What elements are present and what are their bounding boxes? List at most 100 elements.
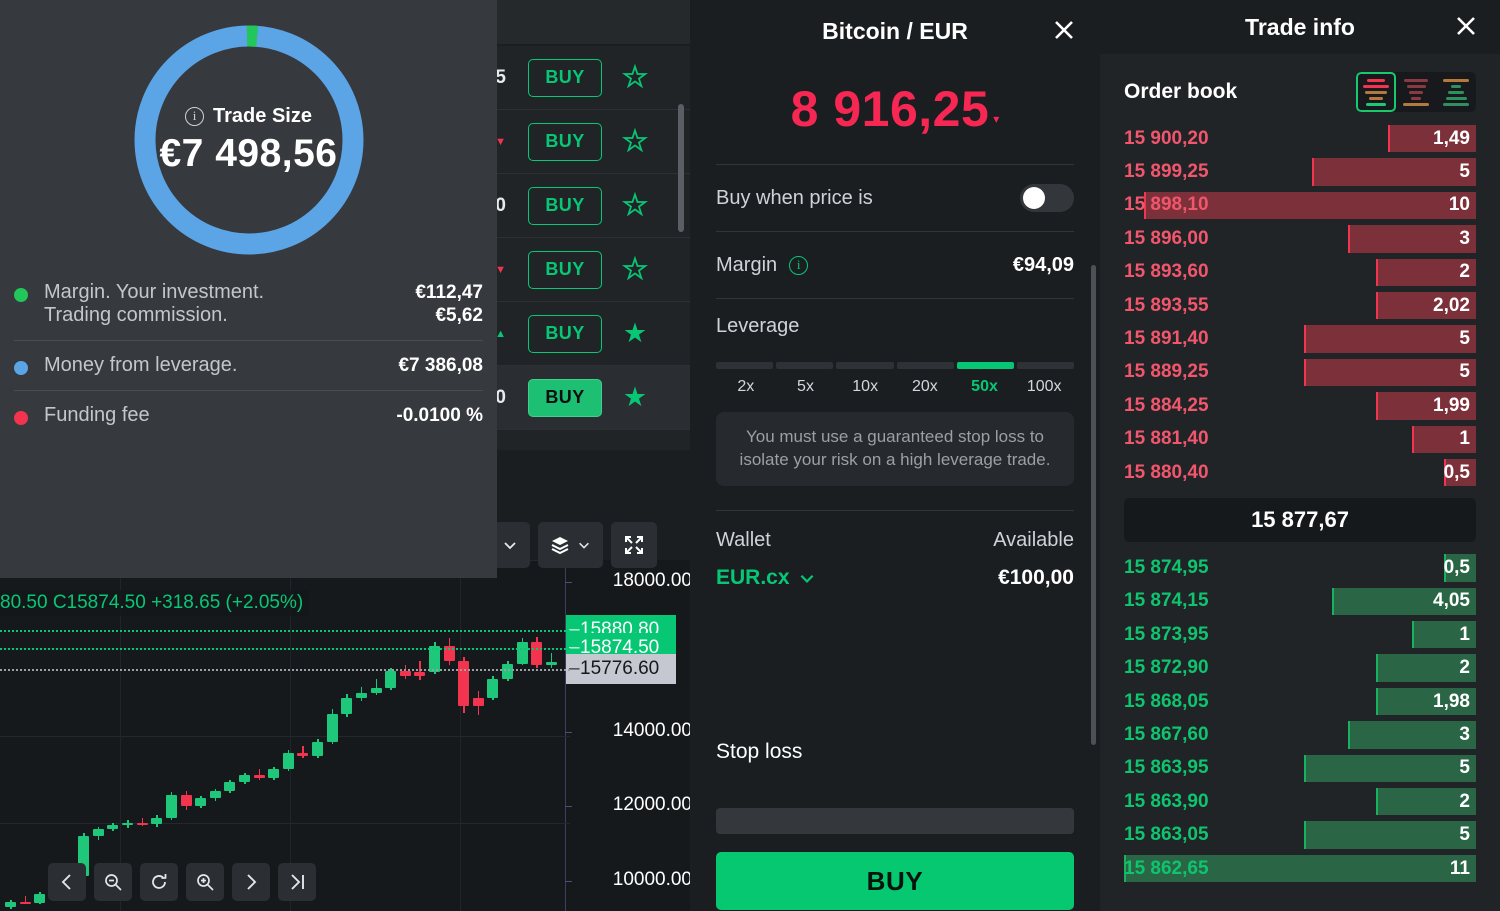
watchlist-buy-button[interactable]: BUY bbox=[528, 59, 602, 97]
order-book-row[interactable]: 15 900,201,49 bbox=[1100, 122, 1500, 155]
info-icon[interactable]: i bbox=[185, 107, 204, 126]
order-book-view-bids[interactable] bbox=[1436, 72, 1476, 112]
leverage-segment[interactable] bbox=[836, 362, 893, 369]
price-level-line bbox=[0, 630, 570, 632]
order-book-row[interactable]: 15 872,902 bbox=[1100, 651, 1500, 684]
order-book-row[interactable]: 15 881,401 bbox=[1100, 423, 1500, 456]
candle-body bbox=[487, 679, 498, 698]
leverage-tick-2x[interactable]: 2x bbox=[716, 378, 776, 396]
order-amount: 2,02 bbox=[1433, 295, 1470, 317]
order-book-row[interactable]: 15 880,400,5 bbox=[1100, 456, 1500, 489]
margin-info-icon[interactable]: i bbox=[789, 256, 808, 275]
order-price: 15 874,95 bbox=[1100, 557, 1209, 579]
candle-body bbox=[195, 798, 206, 807]
order-book-view-asks[interactable] bbox=[1396, 72, 1436, 112]
order-book-row[interactable]: 15 863,902 bbox=[1100, 785, 1500, 818]
y-axis-label: 12000.00 bbox=[613, 794, 692, 816]
order-depth-bar bbox=[1304, 359, 1476, 386]
order-book-row[interactable]: 15 899,255 bbox=[1100, 155, 1500, 188]
leverage-tick-10x[interactable]: 10x bbox=[835, 378, 895, 396]
order-book-row[interactable]: 15 896,003 bbox=[1100, 222, 1500, 255]
favorite-star-icon[interactable]: ★ bbox=[620, 256, 650, 283]
price-tag: 15776.60 bbox=[566, 654, 676, 684]
order-book-row[interactable]: 15 868,051,98 bbox=[1100, 685, 1500, 718]
fullscreen-button[interactable] bbox=[611, 522, 657, 568]
candle-body bbox=[254, 775, 265, 778]
order-book-row[interactable]: 15 863,955 bbox=[1100, 752, 1500, 785]
order-book-row[interactable]: 15 889,255 bbox=[1100, 356, 1500, 389]
legend-row: Margin. Your investment.€112,47Trading c… bbox=[14, 268, 483, 340]
reset-chart-button[interactable] bbox=[140, 863, 178, 901]
leverage-segment[interactable] bbox=[716, 362, 773, 369]
leverage-slider[interactable] bbox=[716, 362, 1074, 369]
legend-color-dot bbox=[14, 411, 28, 425]
order-amount: 2 bbox=[1459, 791, 1470, 813]
available-label: Available bbox=[993, 529, 1074, 552]
wallet-currency-dropdown[interactable]: EUR.cx bbox=[716, 566, 816, 590]
buy-when-price-toggle[interactable] bbox=[1020, 184, 1074, 212]
favorite-star-icon[interactable]: ★ bbox=[620, 64, 650, 91]
zoom-out-button[interactable] bbox=[94, 863, 132, 901]
scroll-back-button[interactable] bbox=[48, 863, 86, 901]
watchlist-buy-button[interactable]: BUY bbox=[528, 123, 602, 161]
favorite-star-icon[interactable]: ★ bbox=[620, 128, 650, 155]
order-book-row[interactable]: 15 874,154,05 bbox=[1100, 585, 1500, 618]
close-icon[interactable] bbox=[1050, 16, 1078, 44]
leverage-tick-20x[interactable]: 20x bbox=[895, 378, 955, 396]
go-to-realtime-button[interactable] bbox=[278, 863, 316, 901]
order-depth-bar bbox=[1304, 325, 1476, 352]
leverage-tick-50x[interactable]: 50x bbox=[955, 378, 1015, 396]
leverage-tick-100x[interactable]: 100x bbox=[1014, 378, 1074, 396]
order-book-row[interactable]: 15 874,950,5 bbox=[1100, 551, 1500, 584]
close-icon[interactable] bbox=[1452, 12, 1480, 40]
leverage-segment[interactable] bbox=[957, 362, 1014, 369]
candle-body bbox=[93, 829, 104, 836]
buy-button[interactable]: BUY bbox=[716, 852, 1074, 910]
order-book-row[interactable]: 15 863,055 bbox=[1100, 818, 1500, 851]
order-book-row[interactable]: 15 891,405 bbox=[1100, 322, 1500, 355]
scroll-forward-button[interactable] bbox=[232, 863, 270, 901]
favorite-star-icon[interactable]: ★ bbox=[620, 192, 650, 219]
y-axis-tick bbox=[565, 806, 572, 807]
toggle-bar-line bbox=[1409, 91, 1423, 94]
watchlist-buy-button[interactable]: BUY bbox=[528, 315, 602, 353]
order-book-row[interactable]: 15 893,602 bbox=[1100, 256, 1500, 289]
order-book-row[interactable]: 15 867,603 bbox=[1100, 718, 1500, 751]
order-book-row[interactable]: 15 862,6511 bbox=[1100, 852, 1500, 885]
candle-body bbox=[107, 825, 118, 829]
leverage-tick-5x[interactable]: 5x bbox=[776, 378, 836, 396]
buy-panel-scrollbar[interactable] bbox=[1091, 265, 1096, 745]
buy-when-price-row: Buy when price is bbox=[716, 165, 1074, 231]
zoom-in-button[interactable] bbox=[186, 863, 224, 901]
layers-dropdown[interactable] bbox=[538, 522, 603, 568]
watchlist-buy-button[interactable]: BUY bbox=[528, 251, 602, 289]
stop-loss-slider[interactable] bbox=[716, 808, 1074, 834]
leverage-segment[interactable] bbox=[1017, 362, 1074, 369]
price-chart[interactable]: 18000.0014000.0012000.0010000.0018000.00… bbox=[0, 560, 700, 911]
order-book-row[interactable]: 15 898,1010 bbox=[1100, 189, 1500, 222]
leverage-segment[interactable] bbox=[776, 362, 833, 369]
order-book-header: Order book bbox=[1100, 54, 1500, 122]
candle-body bbox=[473, 698, 484, 705]
toggle-bar-line bbox=[1366, 103, 1386, 106]
watchlist-buy-button[interactable]: BUY bbox=[528, 187, 602, 225]
order-book-row[interactable]: 15 873,951 bbox=[1100, 618, 1500, 651]
leverage-segment[interactable] bbox=[897, 362, 954, 369]
watchlist-buy-button[interactable]: BUY bbox=[528, 379, 602, 417]
favorite-star-icon[interactable]: ★ bbox=[620, 384, 650, 411]
legend-value: €7 386,08 bbox=[398, 355, 483, 377]
order-amount: 11 bbox=[1450, 858, 1470, 880]
order-book-row[interactable]: 15 893,552,02 bbox=[1100, 289, 1500, 322]
order-book-view-both[interactable] bbox=[1356, 72, 1396, 112]
legend-name: Margin. Your investment. bbox=[44, 281, 264, 304]
watchlist-scrollbar[interactable] bbox=[678, 104, 684, 232]
order-amount: 1 bbox=[1459, 428, 1470, 450]
toggle-bar-line bbox=[1363, 85, 1389, 88]
current-price-row[interactable]: 8 916,25 ▾ bbox=[716, 62, 1074, 164]
order-amount: 5 bbox=[1459, 361, 1470, 383]
order-book-row[interactable]: 15 884,251,99 bbox=[1100, 389, 1500, 422]
legend-row: Funding fee-0.0100 % bbox=[14, 390, 483, 440]
y-axis-label: 18000.00 bbox=[613, 570, 692, 592]
favorite-star-icon[interactable]: ★ bbox=[620, 320, 650, 347]
y-axis-tick bbox=[565, 881, 572, 882]
